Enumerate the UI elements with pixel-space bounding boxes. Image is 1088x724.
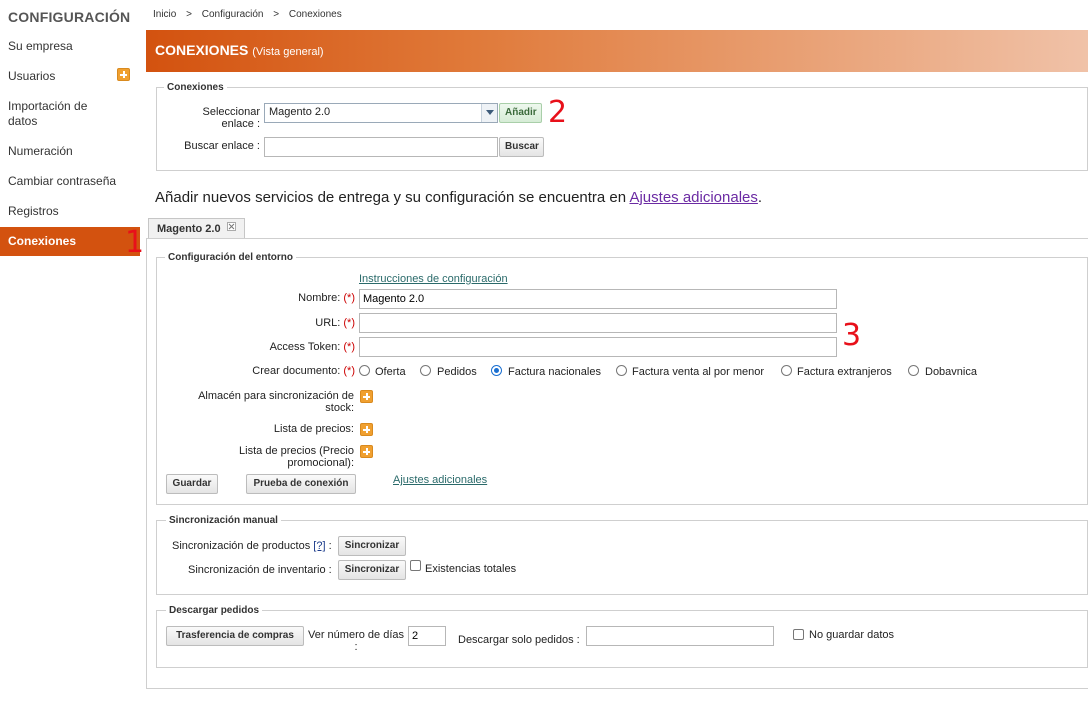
breadcrumb-separator: > [273, 9, 280, 20]
url-input[interactable] [359, 313, 837, 333]
close-icon[interactable] [226, 222, 236, 231]
radio-label-pedidos: Pedidos [437, 366, 477, 378]
radio-dobavnica[interactable] [908, 365, 919, 376]
product-sync-label: Sincronización de productos [?] : [172, 540, 332, 552]
setup-instructions-link[interactable]: Instrucciones de configuración [359, 273, 508, 285]
chevron-down-icon [481, 104, 497, 122]
radio-label-factura-nacionales: Factura nacionales [508, 366, 601, 378]
pricelist-label: Lista de precios: [273, 423, 354, 435]
no-save-data-label: No guardar datos [809, 629, 894, 641]
search-button[interactable]: Buscar [499, 137, 544, 157]
link-select[interactable]: Magento 2.0 [264, 103, 498, 123]
create-document-label: Crear documento: (*) [200, 365, 355, 377]
required-mark: (*) [343, 365, 355, 377]
test-connection-button[interactable]: Prueba de conexión [246, 474, 356, 494]
breadcrumb-conexiones: Conexiones [288, 9, 342, 20]
name-label: Nombre: (*) [200, 292, 355, 304]
add-promo-pricelist-icon[interactable] [360, 445, 373, 458]
create-document-label-text: Crear documento: [252, 365, 341, 377]
tab-magento[interactable]: Magento 2.0 [148, 218, 245, 238]
breadcrumb-inicio[interactable]: Inicio [153, 9, 176, 20]
manual-sync-legend: Sincronización manual [166, 515, 281, 526]
sidebar-item-importacion[interactable]: Importación de datos [0, 99, 110, 129]
radio-label-dobavnica: Dobavnica [925, 366, 977, 378]
url-label: URL: (*) [200, 317, 355, 329]
add-warehouse-icon[interactable] [360, 390, 373, 403]
sync-inventory-button[interactable]: Sincronizar [338, 560, 406, 580]
add-link-button[interactable]: Añadir [499, 103, 542, 123]
manual-sync-fieldset [156, 520, 1088, 595]
save-button[interactable]: Guardar [166, 474, 218, 494]
additional-settings-link-2[interactable]: Ajustes adicionales [393, 474, 487, 486]
breadcrumb-separator: > [186, 9, 192, 20]
sidebar-item-numeracion[interactable]: Numeración [0, 144, 140, 159]
page-header-banner: CONEXIONES (Vista general) [146, 30, 1088, 72]
radio-pedidos[interactable] [420, 365, 431, 376]
access-token-label-text: Access Token: [269, 341, 341, 353]
url-label-text: URL: [315, 317, 341, 329]
required-mark: (*) [343, 317, 355, 329]
radio-label-oferta: Oferta [375, 366, 406, 378]
promo-pricelist-label: Lista de precios (Precio promocional): [239, 445, 354, 469]
required-mark: (*) [343, 292, 355, 304]
only-orders-label: Descargar solo pedidos : [458, 634, 580, 646]
radio-factura-nacionales[interactable] [491, 365, 502, 376]
annotation-3: 3 [842, 318, 862, 353]
total-stock-checkbox[interactable] [410, 560, 421, 571]
access-token-input[interactable] [359, 337, 837, 357]
connections-legend: Conexiones [164, 82, 227, 93]
add-pricelist-icon[interactable] [360, 423, 373, 436]
inventory-sync-label: Sincronización de inventario : [188, 564, 332, 576]
breadcrumb-configuracion[interactable]: Configuración [202, 9, 264, 20]
select-link-label: Seleccionar enlace : [202, 106, 260, 130]
sidebar-item-label: Usuarios [8, 69, 56, 83]
name-input[interactable] [359, 289, 837, 309]
product-sync-label-text: Sincronización de productos [172, 540, 311, 552]
no-save-data-checkbox[interactable] [793, 629, 804, 640]
search-link-input[interactable] [264, 137, 498, 157]
search-link-label: Buscar enlace : [184, 140, 260, 152]
total-stock-label: Existencias totales [425, 563, 517, 575]
info-text: Añadir nuevos servicios de entrega y su … [155, 189, 762, 206]
connections-fieldset [156, 87, 1088, 171]
annotation-2: 2 [548, 95, 568, 130]
radio-label-factura-venta-por-menor: Factura venta al por menor [632, 366, 765, 378]
sidebar-title: CONFIGURACIÓN [8, 9, 131, 25]
radio-factura-venta-por-menor[interactable] [616, 365, 627, 376]
page-title-text: CONEXIONES [155, 42, 249, 58]
sync-products-button[interactable]: Sincronizar [338, 536, 406, 556]
days-label: Ver número de días : [307, 629, 404, 653]
download-orders-legend: Descargar pedidos [166, 605, 263, 616]
name-label-text: Nombre: [298, 292, 341, 304]
radio-factura-extranjeros[interactable] [781, 365, 792, 376]
additional-settings-link[interactable]: Ajustes adicionales [629, 189, 757, 206]
info-text-body: Añadir nuevos servicios de entrega y su … [155, 189, 630, 206]
radio-label-factura-extranjeros: Factura extranjeros [797, 366, 892, 378]
tab-label: Magento 2.0 [157, 223, 221, 235]
required-mark: (*) [343, 341, 355, 353]
page-subtitle: (Vista general) [252, 46, 324, 58]
link-select-value: Magento 2.0 [269, 106, 331, 118]
help-link[interactable]: [?] [313, 540, 325, 552]
sidebar-item-cambiar-contrasena[interactable]: Cambiar contraseña [0, 174, 140, 189]
only-orders-input[interactable] [586, 626, 774, 646]
page-title: CONEXIONES (Vista general) [155, 42, 324, 58]
product-sync-colon: : [328, 540, 332, 552]
sidebar-item-registros[interactable]: Registros [0, 204, 140, 219]
warehouse-sync-label: Almacén para sincronización de stock: [198, 390, 354, 414]
sidebar-item-conexiones[interactable]: Conexiones [0, 227, 140, 256]
sidebar-item-su-empresa[interactable]: Su empresa [0, 39, 140, 54]
info-text-end: . [757, 189, 763, 206]
days-input[interactable] [408, 626, 446, 646]
sidebar: CONFIGURACIÓN Su empresa Usuarios Import… [0, 0, 140, 724]
breadcrumb: Inicio > Configuración > Conexiones [153, 9, 349, 20]
add-user-icon[interactable] [117, 68, 130, 81]
annotation-1: 1 [125, 225, 145, 260]
access-token-label: Access Token: (*) [200, 341, 355, 353]
radio-oferta[interactable] [359, 365, 370, 376]
purchase-transfer-button[interactable]: Trasferencia de compras [166, 626, 304, 646]
environment-legend: Configuración del entorno [165, 252, 296, 263]
